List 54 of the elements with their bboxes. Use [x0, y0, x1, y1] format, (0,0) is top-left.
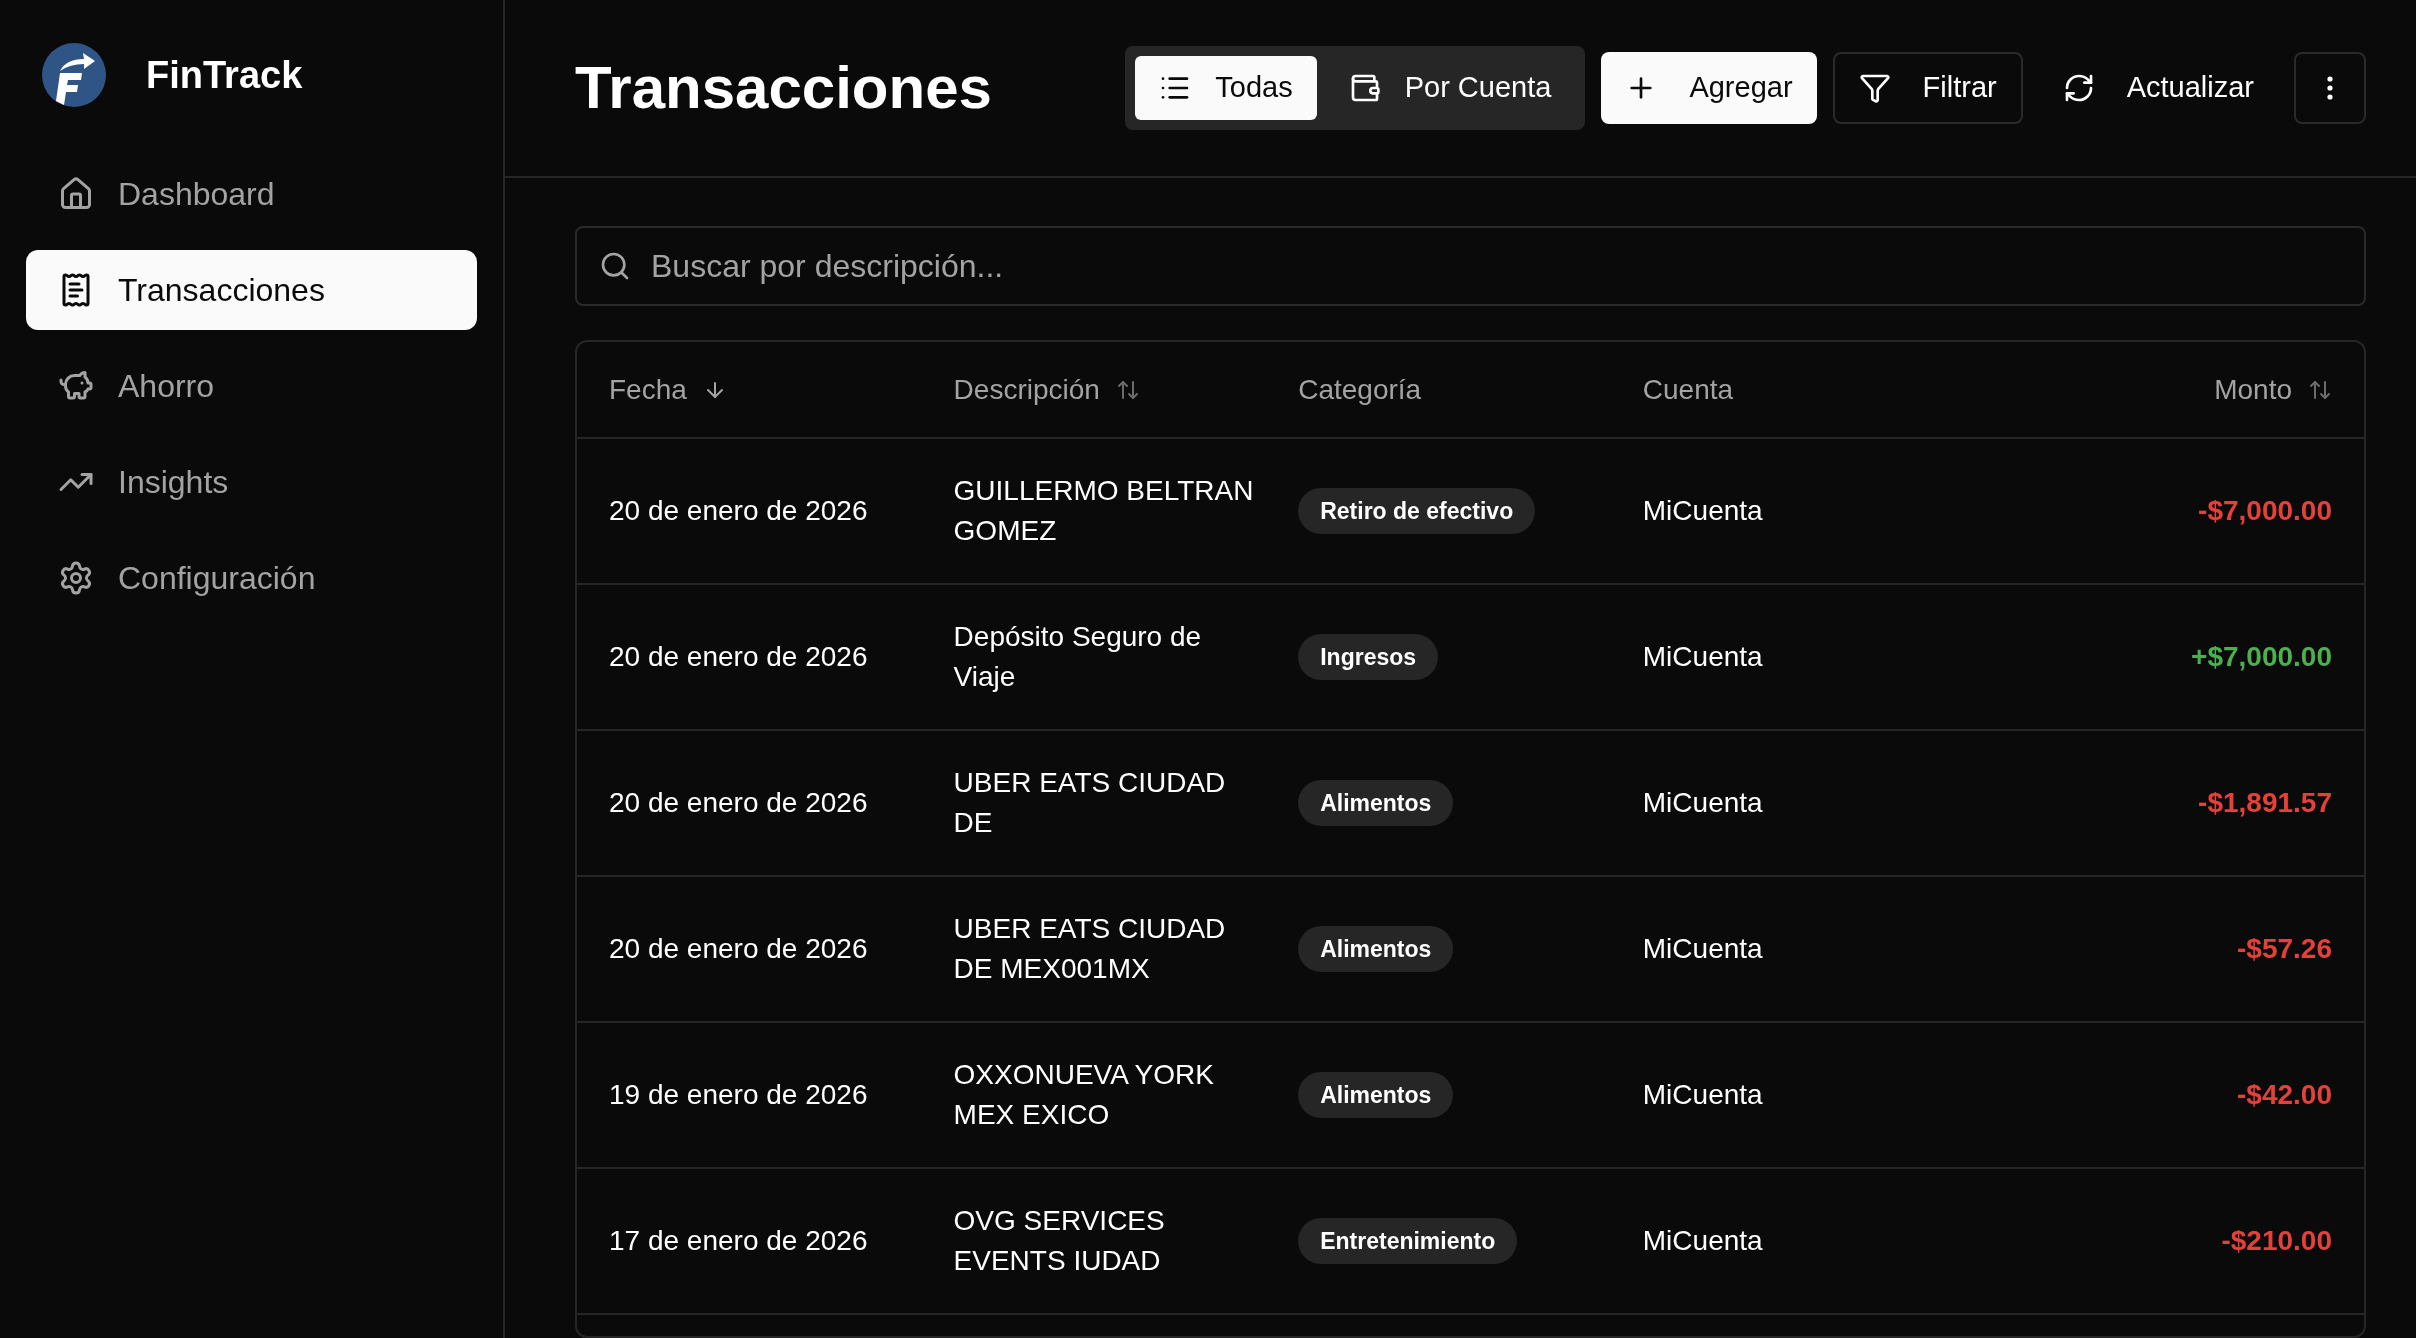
- account-cell-text: MiCuenta: [1642, 932, 1764, 966]
- page-title: Transacciones: [575, 53, 993, 123]
- more-icon: [2327, 76, 2333, 100]
- amount-cell-text: -$7,000.00: [2198, 494, 2332, 528]
- column-header[interactable]: Cuenta: [1642, 368, 1734, 411]
- column-header[interactable]: Descripción: [953, 368, 1100, 411]
- date-cell-text: 20 de enero de 2026: [609, 786, 869, 820]
- description-cell-text: Depósito Seguro de Viaje: [953, 620, 1203, 694]
- account-cell-text: MiCuenta: [1642, 640, 1764, 674]
- toolbar-button[interactable]: Agregar: [1601, 52, 1817, 124]
- column-header[interactable]: Categoría: [1298, 368, 1422, 411]
- toolbar-button[interactable]: Actualizar: [2038, 52, 2278, 124]
- nav-item[interactable]: Configuración: [26, 538, 477, 618]
- view-tab[interactable]: Todas: [1135, 56, 1317, 120]
- description-cell-text: OXXONUEVA YORK MEX EXICO: [953, 1058, 1215, 1132]
- settings-icon: [58, 560, 94, 596]
- column-header[interactable]: Fecha: [609, 368, 687, 411]
- view-tab[interactable]: Por Cuenta: [1324, 56, 1576, 120]
- amount-cell-text: -$57.26: [2237, 932, 2332, 966]
- account-cell-text: MiCuenta: [1642, 786, 1764, 820]
- nav-item[interactable]: Ahorro: [26, 346, 477, 426]
- category-tag: Alimentos: [1298, 1071, 1454, 1119]
- logo-icon: [42, 43, 106, 107]
- category-tag: Ingresos: [1298, 633, 1439, 681]
- description-cell-text: GUILLERMO BELTRAN GOMEZ: [953, 474, 1255, 548]
- date-cell-text: 20 de enero de 2026: [609, 494, 869, 528]
- category-tag: Alimentos: [1298, 925, 1454, 973]
- search-icon: [599, 250, 631, 282]
- description-cell-text: UBER EATS CIUDAD DE: [953, 766, 1227, 840]
- amount-cell-text: +$7,000.00: [2191, 640, 2332, 674]
- column-header[interactable]: Monto: [2214, 368, 2292, 411]
- search-field[interactable]: Buscar por descripción...: [575, 226, 2366, 306]
- nav-item[interactable]: Insights: [26, 442, 477, 522]
- account-cell-text: MiCuenta: [1642, 1224, 1764, 1258]
- amount-cell-text: -$210.00: [2221, 1224, 2332, 1258]
- nav-item[interactable]: Transacciones: [26, 250, 477, 330]
- category-tag: Entretenimiento: [1298, 1217, 1518, 1265]
- date-cell-text: 20 de enero de 2026: [609, 932, 869, 966]
- filter-icon: [1858, 72, 1891, 104]
- description-cell-text: OVG SERVICES EVENTS IUDAD: [953, 1204, 1166, 1278]
- amount-cell-text: -$1,891.57: [2198, 786, 2332, 820]
- category-tag: Alimentos: [1298, 779, 1454, 827]
- app-name: FinTrack: [146, 52, 303, 98]
- nav-item[interactable]: Dashboard: [26, 154, 477, 234]
- toolbar-button[interactable]: Filtrar: [1832, 52, 2023, 124]
- category-tag: Retiro de efectivo: [1298, 487, 1536, 535]
- date-cell-text: 19 de enero de 2026: [609, 1078, 869, 1112]
- date-cell-text: 17 de enero de 2026: [609, 1224, 869, 1258]
- account-cell-text: MiCuenta: [1642, 494, 1764, 528]
- account-cell-text: MiCuenta: [1642, 1078, 1764, 1112]
- description-cell-text: UBER EATS CIUDAD DE MEX001MX: [953, 912, 1227, 986]
- amount-cell-text: -$42.00: [2237, 1078, 2332, 1112]
- date-cell-text: 20 de enero de 2026: [609, 640, 869, 674]
- home-icon: [58, 176, 94, 212]
